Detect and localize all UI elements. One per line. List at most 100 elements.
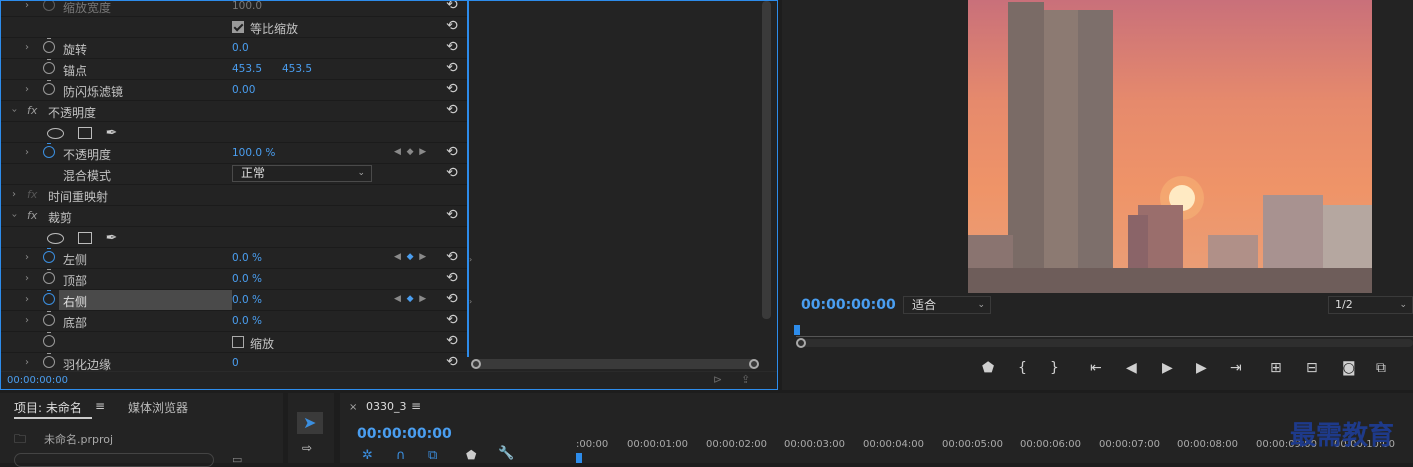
property-value[interactable]: 0.0 [232,42,249,54]
vertical-scrollbar[interactable] [762,1,771,319]
new-bin-icon[interactable]: ▭ [232,453,242,466]
antiflicker-row[interactable]: › 防闪烁滤镜 0.00 ⟲ [1,80,467,101]
horizontal-scrollbar[interactable] [471,359,759,369]
stopwatch-icon[interactable] [43,38,55,53]
keyframe-nav[interactable]: ◀ ◆ ▶ [394,294,426,304]
chevron-right-icon[interactable]: › [12,189,16,200]
crop-top-row[interactable]: › 顶部 0.0 % ⟲ [1,269,467,290]
property-value[interactable]: 0.0 % [232,315,262,327]
playhead[interactable] [794,325,800,335]
property-value[interactable]: 0.0 % [232,252,262,264]
stopwatch-icon[interactable] [43,353,55,368]
reset-icon[interactable]: ⟲ [446,291,458,307]
reset-icon[interactable]: ⟲ [446,102,458,118]
extract-icon[interactable]: ⊟ [1306,360,1318,376]
search-input[interactable] [14,453,214,467]
property-value[interactable]: 0 [232,357,239,369]
resolution-dropdown[interactable]: 1/2 ⌄ [1328,296,1413,314]
marker-icon[interactable]: ⧉ [428,448,437,463]
anchor-y-value[interactable]: 453.5 [282,63,312,75]
chevron-down-icon[interactable]: › [9,109,20,113]
project-tab[interactable]: 项目: 未命名 [14,399,82,416]
stopwatch-icon[interactable] [43,59,55,74]
snap-icon[interactable]: ✲ [362,448,373,463]
crop-left-row[interactable]: › 左侧 0.0 % ◀ ◆ ▶ ⟲ [1,248,467,269]
pen-mask-icon[interactable]: ✒ [106,230,118,246]
media-browser-tab[interactable]: 媒体浏览器 [128,399,188,416]
chevron-down-icon[interactable]: › [9,214,20,218]
property-value[interactable]: 0.00 [232,84,255,96]
rotation-row[interactable]: › 旋转 0.0 ⟲ [1,38,467,59]
stopwatch-icon[interactable] [43,269,55,284]
stopwatch-icon[interactable] [43,1,55,11]
ellipse-mask-icon[interactable] [47,232,64,244]
effect-timecode[interactable]: 00:00:00:00 [7,375,68,386]
pen-mask-icon[interactable]: ✒ [106,125,118,141]
reset-icon[interactable]: ⟲ [446,354,458,370]
reset-icon[interactable]: ⟲ [446,249,458,265]
crop-right-row[interactable]: › 右侧 0.0 % ◀ ◆ ▶ ⟲ [1,290,467,311]
step-forward-icon[interactable]: ▶ [1196,360,1207,376]
stopwatch-icon[interactable] [43,80,55,95]
track-select-icon[interactable]: ⇨ [302,441,312,455]
feather-row[interactable]: › 羽化边缘 0 ⟲ [1,353,467,371]
blend-mode-dropdown[interactable]: 正常 ⌄ [232,165,372,182]
fx-icon[interactable]: fx [27,104,37,117]
property-value[interactable]: 0.0 % [232,294,262,306]
stopwatch-icon[interactable] [43,290,55,305]
program-ruler[interactable] [796,325,1413,337]
fit-dropdown[interactable]: 适合 ⌄ [903,296,991,314]
keyframe-nav[interactable]: ◀ ◆ ▶ [394,147,426,157]
play-icon[interactable]: ▶ [1162,360,1173,376]
filter-icon[interactable]: ⊳ [713,373,722,386]
linked-selection-icon[interactable]: ∩ [396,448,406,463]
stopwatch-icon[interactable] [43,248,55,263]
time-remap-section[interactable]: › fx 时间重映射 [1,185,467,206]
stopwatch-icon[interactable] [43,311,55,326]
zoom-scrollbar[interactable] [796,338,1413,348]
uniform-scale-checkbox[interactable] [232,21,244,33]
reset-icon[interactable]: ⟲ [446,81,458,97]
crop-section[interactable]: › fx 裁剪 ⟲ [1,206,467,227]
reset-icon[interactable]: ⟲ [446,165,458,181]
scale-width-row[interactable]: › 缩放宽度 100.0 ⟲ [1,1,467,17]
export-icon[interactable]: ⇪ [741,373,750,386]
reset-icon[interactable]: ⟲ [446,312,458,328]
reset-icon[interactable]: ⟲ [446,60,458,76]
crop-bottom-row[interactable]: › 底部 0.0 % ⟲ [1,311,467,332]
stopwatch-icon[interactable] [43,143,55,158]
reset-icon[interactable]: ⟲ [446,39,458,55]
ellipse-mask-icon[interactable] [47,127,64,139]
reset-icon[interactable]: ⟲ [446,1,458,13]
property-value[interactable]: 100.0 % [232,147,275,159]
anchor-x-value[interactable]: 453.5 [232,63,262,75]
go-to-in-icon[interactable]: ⇤ [1090,360,1102,376]
close-icon[interactable]: × [349,402,357,413]
selection-tool[interactable]: ➤ [297,412,323,434]
keyframe-nav[interactable]: ◀ ◆ ▶ [394,252,426,262]
keyframe-marker[interactable]: › [469,255,472,264]
menu-icon[interactable]: ≡ [411,399,421,413]
reset-icon[interactable]: ⟲ [446,207,458,223]
timeline-timecode[interactable]: 00:00:00:00 [357,426,452,442]
reset-icon[interactable]: ⟲ [446,333,458,349]
mark-out-icon[interactable]: } [1050,360,1059,376]
step-back-icon[interactable]: ◀ [1126,360,1137,376]
mark-in-icon[interactable]: { [1018,360,1027,376]
opacity-row[interactable]: › 不透明度 100.0 % ◀ ◆ ▶ ⟲ [1,143,467,164]
reset-icon[interactable]: ⟲ [446,144,458,160]
anchor-row[interactable]: 锚点 453.5 453.5 ⟲ [1,59,467,80]
reset-icon[interactable]: ⟲ [446,270,458,286]
rectangle-mask-icon[interactable] [77,127,92,139]
property-value[interactable]: 0.0 % [232,273,262,285]
time-ruler[interactable]: :00:00 00:00:01:00 00:00:02:00 00:00:03:… [576,434,1413,463]
property-value[interactable]: 100.0 [232,1,262,12]
fx-icon[interactable]: fx [27,209,37,222]
wrench-icon[interactable]: 🔧 [498,446,514,461]
marker-icon[interactable]: ⬟ [982,360,994,376]
menu-icon[interactable]: ≡ [95,399,105,413]
sequence-tab[interactable]: 0330_3 [366,400,407,413]
timeline-playhead[interactable] [576,453,582,463]
zoom-checkbox[interactable] [232,336,244,348]
lift-icon[interactable]: ⊞ [1270,360,1282,376]
